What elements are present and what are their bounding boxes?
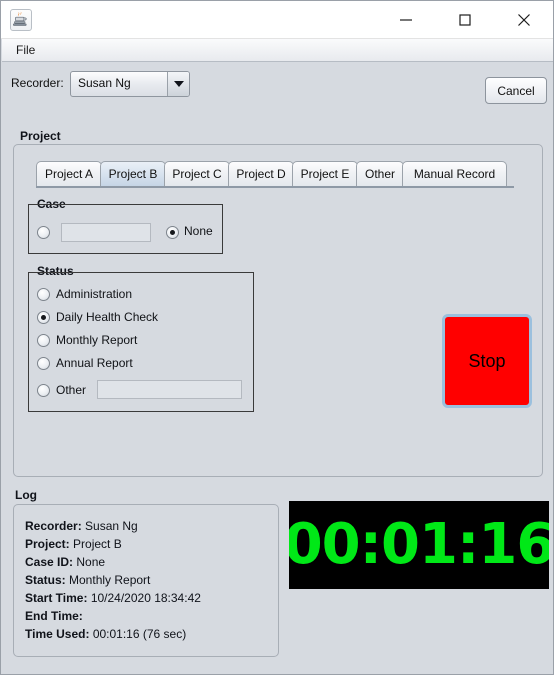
log-entry-project: Project: Project B [25,537,122,551]
log-value-time-used: 00:01:16 (76 sec) [92,627,187,641]
log-entry-status: Status: Monthly Report [25,573,150,587]
tabstrip-underline [36,186,514,188]
log-key-time-used: Time Used: [25,627,90,641]
recorder-label: Recorder: [11,76,64,90]
stop-button[interactable]: Stop [442,314,532,408]
log-entry-recorder: Recorder: Susan Ng [25,519,138,533]
menu-bar: File [2,39,553,62]
tab-project-b[interactable]: Project B [100,161,166,186]
case-id-input[interactable] [61,223,151,242]
log-key-recorder: Recorder: [25,519,82,533]
window-maximize-button[interactable] [442,1,488,38]
window-minimize-button[interactable] [383,1,429,38]
maximize-icon [459,13,471,26]
log-value-case-id: None [76,555,106,569]
tab-project-e[interactable]: Project E [292,161,358,186]
status-radio-monthly-report[interactable] [37,334,50,347]
cancel-button[interactable]: Cancel [485,77,547,104]
status-radio-administration[interactable] [37,288,50,301]
window-close-button[interactable] [501,1,547,38]
recorder-combobox[interactable]: Susan Ng [70,71,190,97]
log-panel: Recorder: Susan Ng Project: Project B Ca… [13,504,279,657]
status-label-monthly-report: Monthly Report [56,333,138,347]
menu-item-file[interactable]: File [10,42,41,59]
status-radio-daily-health-check[interactable] [37,311,50,324]
timer-display: 00:01:16 [289,501,549,589]
log-entry-case-id: Case ID: None [25,555,105,569]
tab-other[interactable]: Other [356,161,404,186]
log-value-project: Project B [73,537,122,551]
recorder-selected-value: Susan Ng [78,76,131,90]
status-other-input[interactable] [97,380,242,399]
log-key-project: Project: [25,537,70,551]
title-bar [1,1,553,39]
timer-value: 00:01:16 [289,512,549,577]
log-key-status: Status: [25,573,66,587]
status-radio-annual-report[interactable] [37,357,50,370]
java-coffee-cup-icon [10,9,32,31]
log-value-start-time: 10/24/2020 18:34:42 [90,591,201,605]
project-tabstrip: Project A Project B Project C Project D … [36,161,514,187]
log-key-case-id: Case ID: [25,555,74,569]
close-icon [518,13,530,26]
status-label-administration: Administration [56,287,133,301]
log-value-recorder: Susan Ng [85,519,138,533]
log-value-status: Monthly Report [69,573,151,587]
tab-manual-record[interactable]: Manual Record [402,161,507,186]
log-entry-end-time: End Time: [25,609,83,623]
minimize-icon [400,18,412,21]
log-entry-start-time: Start Time: 10/24/2020 18:34:42 [25,591,201,605]
log-entry-time-used: Time Used: 00:01:16 (76 sec) [25,627,186,641]
status-radio-other[interactable] [37,384,50,397]
status-label-daily-health-check: Daily Health Check [56,310,159,324]
chevron-down-icon[interactable] [167,72,189,96]
case-none-label: None [184,224,213,238]
application-window: File Recorder: Susan Ng Cancel Project P… [0,0,554,675]
tab-project-a[interactable]: Project A [36,161,102,186]
case-none-radio[interactable] [166,226,179,239]
status-label-annual-report: Annual Report [56,356,133,370]
status-label-other: Other [56,383,87,397]
tab-project-d[interactable]: Project D [228,161,294,186]
log-key-start-time: Start Time: [25,591,88,605]
log-panel-title: Log [15,488,37,502]
log-key-end-time: End Time: [25,609,83,623]
project-panel-title: Project [17,129,64,143]
case-id-radio[interactable] [37,226,50,239]
tab-project-c[interactable]: Project C [164,161,230,186]
